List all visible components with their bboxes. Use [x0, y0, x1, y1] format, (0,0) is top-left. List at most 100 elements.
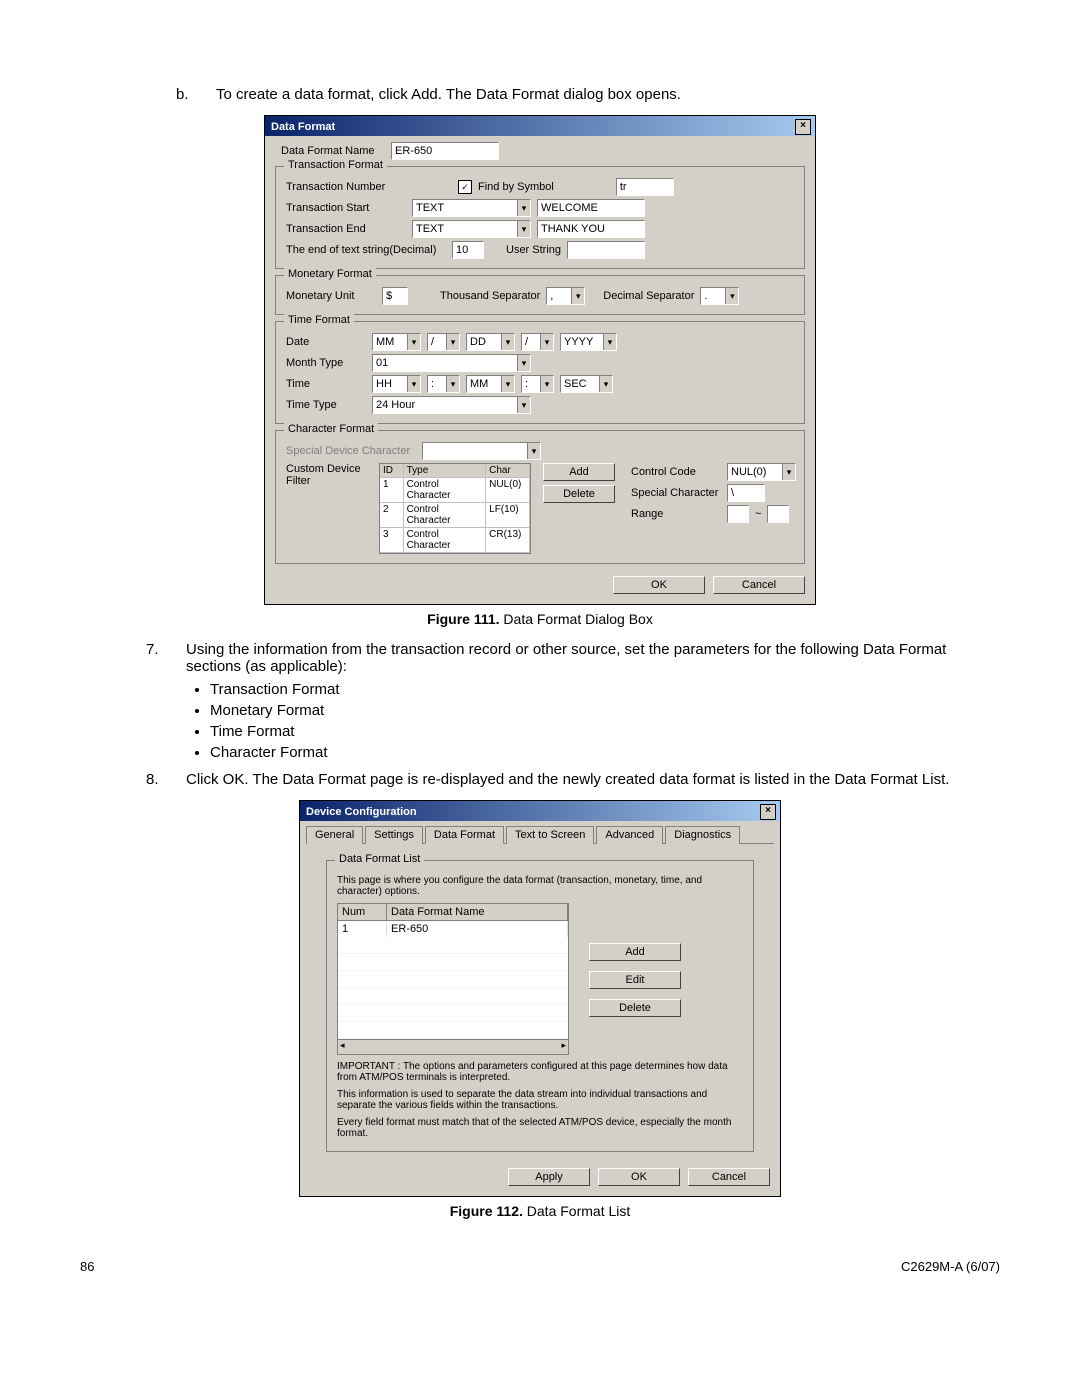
tab-bar: General Settings Data Format Text to Scr…: [306, 825, 774, 844]
titlebar: Device Configuration ×: [300, 801, 780, 821]
step-8-text: Click OK. The Data Format page is re-dis…: [186, 771, 1000, 788]
date-part2-select[interactable]: DD: [466, 333, 515, 351]
tab-diagnostics[interactable]: Diagnostics: [665, 826, 740, 844]
data-format-list-table[interactable]: Num Data Format Name 1 ER-650 ◂▸: [337, 903, 569, 1055]
important-note-1: IMPORTANT : The options and parameters c…: [337, 1061, 745, 1083]
step-b-text: To create a data format, click Add. The …: [216, 86, 990, 103]
device-configuration-dialog: Device Configuration × General Settings …: [299, 800, 781, 1197]
data-format-list-desc: This page is where you configure the dat…: [337, 875, 745, 897]
important-note-3: Every field format must match that of th…: [337, 1117, 745, 1139]
transaction-start-select[interactable]: TEXT: [412, 199, 531, 217]
time-part3-select[interactable]: SEC: [560, 375, 613, 393]
time-sep1-select[interactable]: :: [427, 375, 460, 393]
tab-general[interactable]: General: [306, 826, 363, 844]
transaction-end-label: Transaction End: [286, 223, 406, 235]
close-icon[interactable]: ×: [795, 119, 811, 135]
user-string-field[interactable]: [567, 241, 645, 259]
dialog-title: Data Format: [271, 121, 335, 133]
transaction-end-field[interactable]: THANK YOU: [537, 220, 645, 238]
special-device-char-select[interactable]: [422, 442, 541, 460]
special-device-char-label: Special Device Character: [286, 445, 416, 457]
thousand-sep-select[interactable]: ,: [546, 287, 585, 305]
date-part1-select[interactable]: MM: [372, 333, 421, 351]
time-part2-select[interactable]: MM: [466, 375, 515, 393]
time-part1-select[interactable]: HH: [372, 375, 421, 393]
tab-data-format[interactable]: Data Format: [425, 826, 504, 844]
transaction-format-title: Transaction Format: [284, 159, 387, 171]
special-character-label: Special Character: [631, 487, 721, 499]
page-number: 86: [80, 1259, 94, 1274]
titlebar: Data Format ×: [265, 116, 815, 136]
data-format-list-title: Data Format List: [335, 853, 424, 865]
range-to-field[interactable]: [767, 505, 789, 523]
figure-112-caption: Figure 112. Data Format List: [80, 1203, 1000, 1219]
thousand-sep-label: Thousand Separator: [440, 290, 540, 302]
tab-advanced[interactable]: Advanced: [596, 826, 663, 844]
custom-device-filter-label: Custom Device Filter: [286, 463, 373, 487]
step-7-marker: 7.: [140, 641, 186, 675]
figure-111-caption: Figure 111. Data Format Dialog Box: [80, 611, 1000, 627]
bullet-transaction: Transaction Format: [210, 681, 1000, 698]
filter-add-button[interactable]: Add: [543, 463, 615, 481]
data-format-dialog: Data Format × Data Format Name ER-650 Tr…: [264, 115, 816, 605]
step-7-text: Using the information from the transacti…: [186, 641, 1000, 675]
time-type-label: Time Type: [286, 399, 366, 411]
ok-button[interactable]: OK: [613, 576, 705, 594]
document-id: C2629M-A (6/07): [901, 1259, 1000, 1274]
tab-text-to-screen[interactable]: Text to Screen: [506, 826, 594, 844]
list-delete-button[interactable]: Delete: [589, 999, 681, 1017]
find-by-symbol-label: Find by Symbol: [478, 181, 554, 193]
end-of-text-field[interactable]: 10: [452, 241, 484, 259]
time-format-group: Time Format Date MM / DD / YYYY Month Ty…: [275, 321, 805, 424]
col-num: Num: [338, 904, 387, 921]
transaction-start-field[interactable]: WELCOME: [537, 199, 645, 217]
monetary-format-title: Monetary Format: [284, 268, 376, 280]
bullet-character: Character Format: [210, 744, 1000, 761]
find-by-symbol-field[interactable]: tr: [616, 178, 674, 196]
date-sep2-select[interactable]: /: [521, 333, 554, 351]
monetary-format-group: Monetary Format Monetary Unit $ Thousand…: [275, 275, 805, 315]
monetary-unit-label: Monetary Unit: [286, 290, 376, 302]
data-format-list-group: Data Format List This page is where you …: [326, 860, 754, 1152]
table-row[interactable]: 1 ER-650: [338, 921, 568, 937]
month-type-select[interactable]: 01: [372, 354, 531, 372]
step-8-marker: 8.: [140, 771, 186, 788]
date-sep1-select[interactable]: /: [427, 333, 460, 351]
character-format-group: Character Format Special Device Characte…: [275, 430, 805, 564]
time-type-select[interactable]: 24 Hour: [372, 396, 531, 414]
tab-settings[interactable]: Settings: [365, 826, 423, 844]
cancel-button[interactable]: Cancel: [713, 576, 805, 594]
time-sep2-select[interactable]: :: [521, 375, 554, 393]
apply-button[interactable]: Apply: [508, 1168, 590, 1186]
special-character-field[interactable]: \: [727, 484, 765, 502]
date-label: Date: [286, 336, 366, 348]
user-string-label: User String: [506, 244, 561, 256]
horizontal-scrollbar[interactable]: ◂▸: [338, 1039, 568, 1054]
transaction-start-label: Transaction Start: [286, 202, 406, 214]
filter-col-type: Type: [404, 464, 487, 478]
range-label: Range: [631, 508, 721, 520]
filter-table[interactable]: ID Type Char 1Control CharacterNUL(0) 2C…: [379, 463, 531, 554]
list-add-button[interactable]: Add: [589, 943, 681, 961]
character-format-title: Character Format: [284, 423, 378, 435]
close-icon[interactable]: ×: [760, 804, 776, 820]
control-code-label: Control Code: [631, 466, 721, 478]
filter-col-char: Char: [486, 464, 530, 478]
control-code-select[interactable]: NUL(0): [727, 463, 796, 481]
data-format-name-field[interactable]: ER-650: [391, 142, 499, 160]
important-note-2: This information is used to separate the…: [337, 1089, 745, 1111]
cancel-button[interactable]: Cancel: [688, 1168, 770, 1186]
find-by-symbol-checkbox[interactable]: ✓: [458, 180, 472, 194]
step-b-marker: b.: [170, 86, 216, 103]
list-edit-button[interactable]: Edit: [589, 971, 681, 989]
decimal-sep-select[interactable]: .: [700, 287, 739, 305]
date-part3-select[interactable]: YYYY: [560, 333, 617, 351]
range-from-field[interactable]: [727, 505, 749, 523]
transaction-end-select[interactable]: TEXT: [412, 220, 531, 238]
dialog-title: Device Configuration: [306, 806, 417, 818]
filter-col-id: ID: [380, 464, 404, 478]
month-type-label: Month Type: [286, 357, 366, 369]
ok-button[interactable]: OK: [598, 1168, 680, 1186]
monetary-unit-field[interactable]: $: [382, 287, 408, 305]
filter-delete-button[interactable]: Delete: [543, 485, 615, 503]
